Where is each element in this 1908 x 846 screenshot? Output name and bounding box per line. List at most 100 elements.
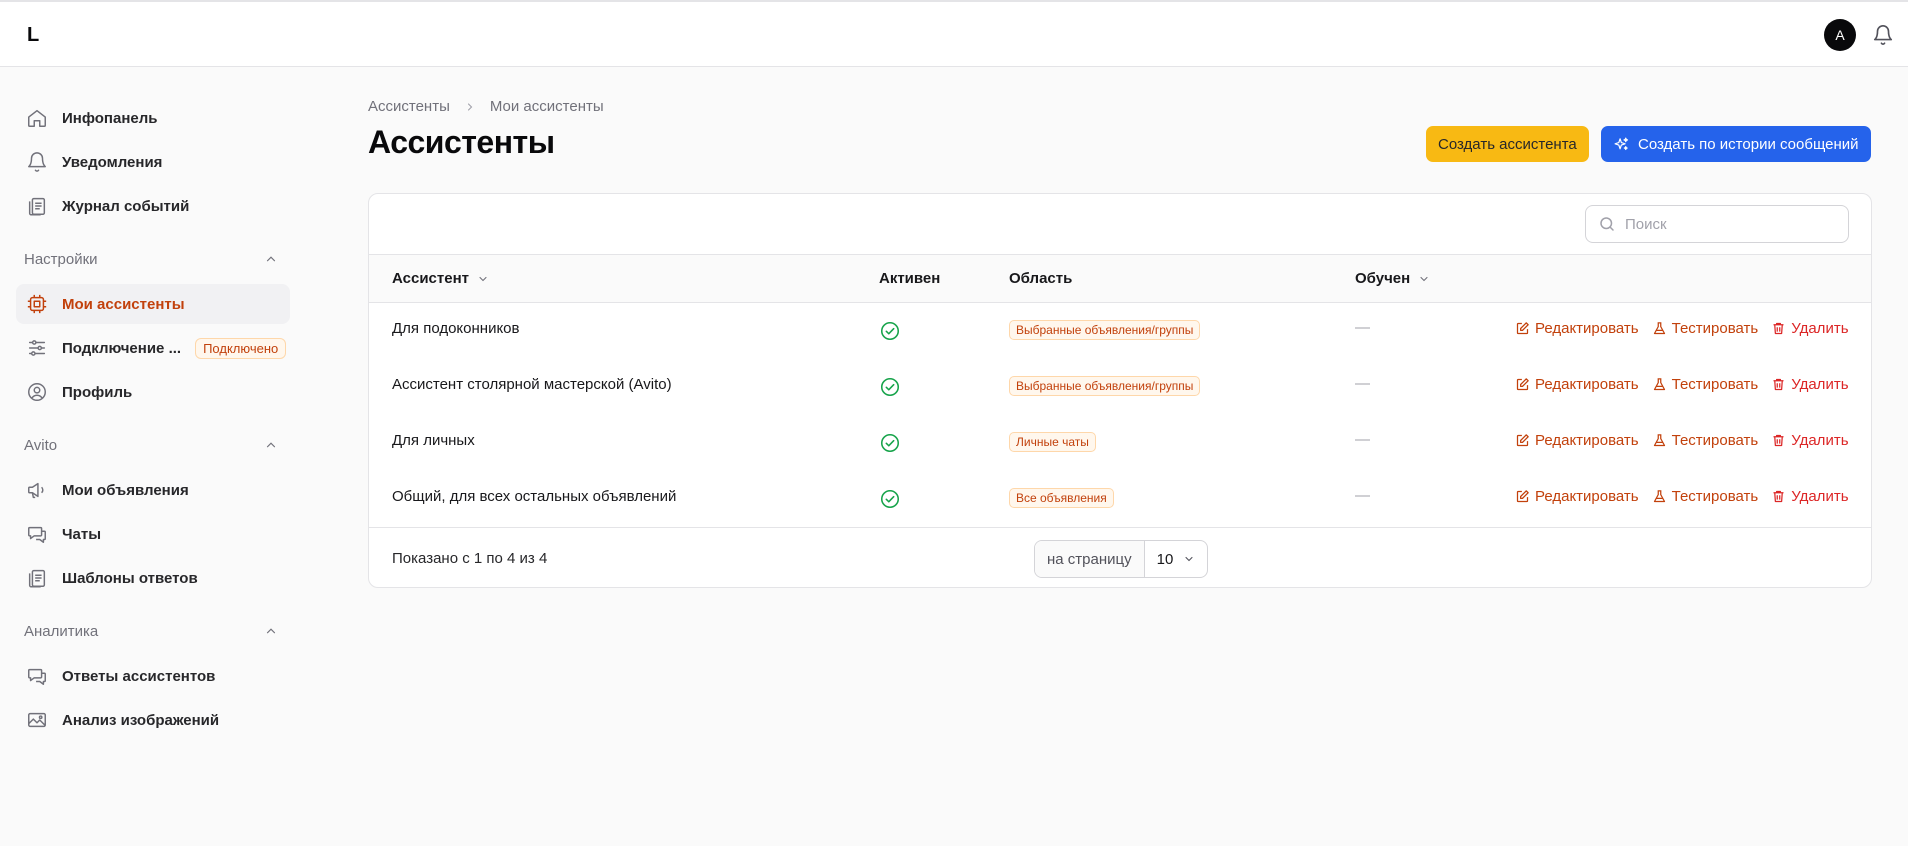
row-actions: Редактировать Тестировать Удалить	[1515, 320, 1849, 337]
assistant-name: Общий, для всех остальных объявлений	[392, 488, 677, 505]
area-badge: Все объявления	[1009, 488, 1114, 508]
check-circle-icon	[879, 432, 901, 454]
test-button[interactable]: Тестировать	[1652, 488, 1758, 505]
top-bar: L A	[0, 0, 1908, 67]
megaphone-icon	[26, 479, 48, 501]
table-row: Общий, для всех остальных объявлений Все…	[369, 471, 1871, 527]
area-badge: Выбранные объявления/группы	[1009, 376, 1201, 396]
flask-icon	[1653, 378, 1665, 391]
sidebar-item-dashboard[interactable]: Инфопанель	[16, 98, 290, 138]
image-icon	[26, 709, 48, 731]
section-title-label: Avito	[24, 436, 58, 454]
delete-button[interactable]: Удалить	[1771, 432, 1849, 449]
delete-label: Удалить	[1791, 432, 1849, 449]
sliders-icon	[26, 337, 48, 359]
sidebar-item-profile[interactable]: Профиль	[16, 372, 290, 412]
area-badge: Выбранные объявления/группы	[1009, 320, 1201, 340]
edit-button[interactable]: Редактировать	[1515, 432, 1639, 449]
delete-button[interactable]: Удалить	[1771, 376, 1849, 393]
section-title-settings[interactable]: Настройки	[16, 244, 290, 274]
delete-button[interactable]: Удалить	[1771, 488, 1849, 505]
chevron-down-icon	[479, 276, 487, 281]
pencil-square-icon	[1516, 322, 1529, 335]
user-circle-icon	[26, 381, 48, 403]
section-title-avito[interactable]: Avito	[16, 430, 290, 460]
row-actions: Редактировать Тестировать Удалить	[1515, 376, 1849, 393]
chat-icon	[26, 523, 48, 545]
avatar[interactable]: A	[1824, 19, 1856, 51]
sidebar-item-event-log[interactable]: Журнал событий	[16, 186, 290, 226]
column-trained[interactable]: Обучен	[1355, 270, 1430, 287]
clipboard-icon	[26, 567, 48, 589]
search-input[interactable]	[1625, 215, 1825, 233]
pagination-summary: Показано с 1 по 4 из 4	[392, 550, 548, 567]
search-icon	[1600, 217, 1614, 231]
area-badge: Личные чаты	[1009, 432, 1096, 452]
sidebar-item-label: Чаты	[62, 525, 102, 543]
sidebar-item-label: Ответы ассистентов	[62, 667, 216, 685]
edit-button[interactable]: Редактировать	[1515, 376, 1639, 393]
table-header: Ассистент Активен Область Обучен	[369, 254, 1871, 303]
trash-icon	[1773, 434, 1784, 447]
edit-label: Редактировать	[1535, 376, 1639, 393]
table-row: Для подоконников Выбранные объявления/гр…	[369, 303, 1871, 359]
per-page-number: 10	[1156, 550, 1174, 568]
bell-icon[interactable]	[1872, 24, 1894, 46]
clipboard-icon	[26, 195, 48, 217]
pencil-square-icon	[1516, 434, 1529, 447]
sidebar-item-assistant-replies[interactable]: Ответы ассистентов	[16, 656, 290, 696]
create-assistant-button[interactable]: Создать ассистента	[1426, 126, 1589, 162]
chevron-right-icon	[464, 101, 476, 113]
chevron-up-icon	[266, 256, 276, 262]
table-row: Ассистент столярной мастерской (Avito) В…	[369, 359, 1871, 415]
assistant-name: Для подоконников	[392, 320, 520, 337]
assistants-card: Ассистент Активен Область Обучен Для под…	[368, 193, 1872, 588]
sidebar-item-image-analysis[interactable]: Анализ изображений	[16, 700, 290, 740]
test-button[interactable]: Тестировать	[1652, 320, 1758, 337]
trained-value: —	[1355, 487, 1370, 504]
test-label: Тестировать	[1671, 376, 1759, 393]
edit-label: Редактировать	[1535, 488, 1639, 505]
sidebar-item-label: Анализ изображений	[62, 711, 220, 729]
sidebar-item-notifications[interactable]: Уведомления	[16, 142, 290, 182]
column-assistant[interactable]: Ассистент	[392, 270, 489, 287]
sidebar-item-templates[interactable]: Шаблоны ответов	[16, 558, 290, 598]
sidebar-item-connection[interactable]: Подключение ... Подключено	[16, 328, 290, 368]
row-actions: Редактировать Тестировать Удалить	[1515, 432, 1849, 449]
edit-button[interactable]: Редактировать	[1515, 320, 1639, 337]
sidebar-item-my-assistants[interactable]: Мои ассистенты	[16, 284, 290, 324]
test-button[interactable]: Тестировать	[1652, 432, 1758, 449]
delete-button[interactable]: Удалить	[1771, 320, 1849, 337]
chevron-down-icon	[1420, 276, 1428, 281]
search-box[interactable]	[1585, 205, 1849, 243]
chevron-up-icon	[266, 442, 276, 448]
sidebar-item-chats[interactable]: Чаты	[16, 514, 290, 554]
pencil-square-icon	[1516, 378, 1529, 391]
section-title-analytics[interactable]: Аналитика	[16, 616, 290, 646]
per-page-select[interactable]: на страницу 10	[1034, 540, 1209, 578]
create-from-history-button[interactable]: Создать по истории сообщений	[1601, 126, 1871, 162]
sidebar-item-label: Мои объявления	[62, 481, 189, 499]
breadcrumb-parent[interactable]: Ассистенты	[368, 98, 450, 115]
table-row: Для личных Личные чаты — Редактировать Т…	[369, 415, 1871, 471]
table-footer: Показано с 1 по 4 из 4 на страницу 10	[369, 527, 1871, 587]
breadcrumb: Ассистенты Мои ассистенты	[368, 98, 604, 115]
trash-icon	[1773, 490, 1784, 503]
trained-value: —	[1355, 375, 1370, 392]
sidebar-item-my-ads[interactable]: Мои объявления	[16, 470, 290, 510]
logo[interactable]: L	[27, 24, 39, 47]
trash-icon	[1773, 378, 1784, 391]
edit-button[interactable]: Редактировать	[1515, 488, 1639, 505]
sparkles-icon	[1614, 137, 1629, 150]
check-circle-icon	[879, 376, 901, 398]
column-active: Активен	[879, 270, 940, 287]
flask-icon	[1653, 322, 1665, 335]
delete-label: Удалить	[1791, 320, 1849, 337]
home-icon	[26, 107, 48, 129]
test-button[interactable]: Тестировать	[1652, 376, 1759, 393]
sidebar-item-label: Профиль	[62, 383, 133, 401]
breadcrumb-current: Мои ассистенты	[489, 98, 604, 115]
per-page-value[interactable]: 10	[1145, 551, 1208, 568]
flask-icon	[1653, 434, 1665, 447]
flask-icon	[1653, 490, 1665, 503]
